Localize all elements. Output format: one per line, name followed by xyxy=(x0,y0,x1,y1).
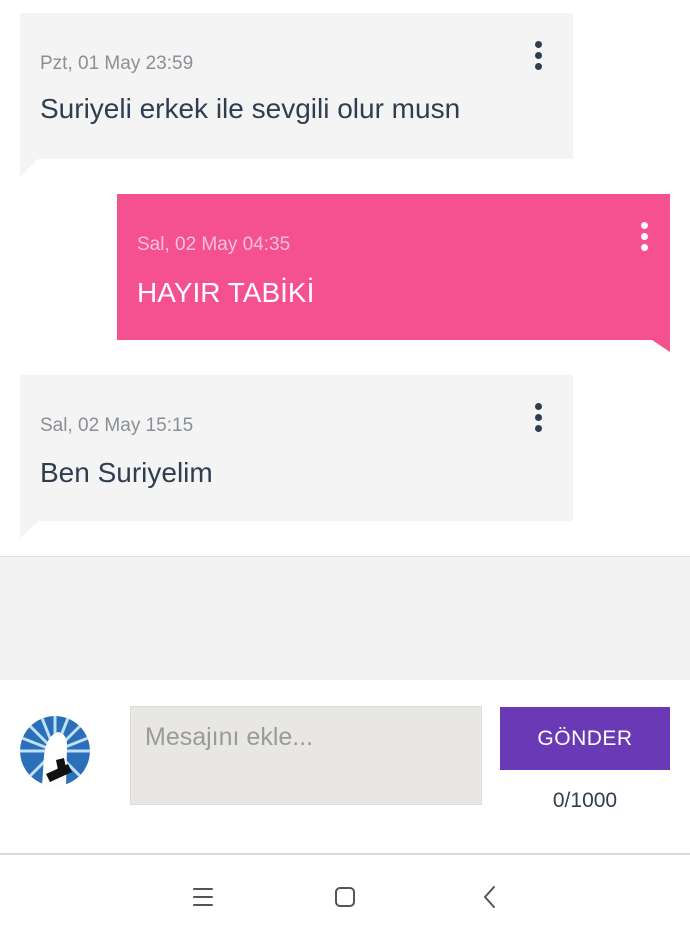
bubble-tail xyxy=(652,340,670,352)
message-timestamp: Pzt, 01 May 23:59 xyxy=(40,53,194,74)
spacer-band xyxy=(0,557,690,680)
bubble-tail xyxy=(20,521,38,539)
char-counter: 0/1000 xyxy=(552,789,618,812)
message-text: Ben Suriyelim xyxy=(40,457,213,488)
home-square-icon[interactable] xyxy=(325,877,365,917)
message-input[interactable] xyxy=(130,706,482,805)
more-vert-icon[interactable] xyxy=(530,41,546,77)
more-vert-icon[interactable] xyxy=(636,222,652,258)
send-button[interactable]: GÖNDER xyxy=(500,707,670,770)
bubble-tail xyxy=(20,159,38,177)
message-timestamp: Sal, 02 May 15:15 xyxy=(40,415,194,436)
message-text: Suriyeli erkek ile sevgili olur musn xyxy=(40,93,461,124)
message-text: HAYIR TABİKİ xyxy=(137,277,315,308)
message-list: Pzt, 01 May 23:59 Suriyeli erkek ile sev… xyxy=(0,0,690,556)
message-bubble-incoming: Sal, 02 May 15:15 Ben Suriyelim xyxy=(20,375,573,539)
avatar-image xyxy=(20,716,90,786)
menu-icon[interactable] xyxy=(183,877,223,917)
back-chevron-icon[interactable] xyxy=(470,877,510,917)
message-bubble-outgoing: Sal, 02 May 04:35 HAYIR TABİKİ xyxy=(117,194,670,352)
message-bubble-incoming: Pzt, 01 May 23:59 Suriyeli erkek ile sev… xyxy=(20,13,573,177)
message-composer: GÖNDER 0/1000 xyxy=(0,680,690,853)
message-timestamp: Sal, 02 May 04:35 xyxy=(137,234,291,255)
system-nav-bar xyxy=(0,853,690,936)
avatar[interactable] xyxy=(20,716,90,786)
more-vert-icon[interactable] xyxy=(530,403,546,439)
